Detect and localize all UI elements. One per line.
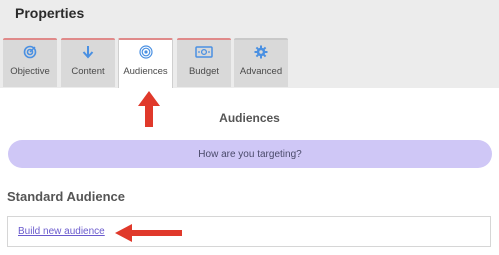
target-rings-icon — [119, 45, 172, 59]
tab-content-label: Content — [71, 66, 105, 77]
left-arrow-annotation-icon — [115, 224, 182, 242]
up-arrow-annotation-icon — [138, 91, 160, 127]
panel-header: Properties Objective Content Audiences B… — [0, 0, 499, 88]
tab-advanced[interactable]: Advanced — [234, 38, 288, 87]
arrow-down-icon — [61, 45, 115, 59]
build-new-audience-link[interactable]: Build new audience — [18, 226, 105, 237]
tab-content[interactable]: Content — [61, 38, 115, 87]
standard-audience-box: Build new audience — [7, 216, 491, 247]
target-icon — [3, 45, 57, 59]
panel-title: Properties — [15, 5, 85, 21]
tab-audiences[interactable]: Audiences — [118, 38, 173, 88]
tab-audiences-label: Audiences — [123, 66, 168, 77]
money-icon — [177, 45, 231, 59]
audiences-heading: Audiences — [219, 111, 280, 125]
tab-budget-label: Budget — [188, 66, 220, 77]
targeting-selector[interactable]: How are you targeting? — [8, 140, 492, 168]
tab-budget[interactable]: Budget — [177, 38, 231, 87]
tab-advanced-label: Advanced — [239, 66, 283, 77]
tab-objective-label: Objective — [10, 66, 50, 77]
gear-icon — [234, 45, 288, 59]
properties-panel: Properties Objective Content Audiences B… — [0, 0, 499, 255]
tab-objective[interactable]: Objective — [3, 38, 57, 87]
targeting-prompt: How are you targeting? — [198, 148, 302, 160]
standard-audience-heading: Standard Audience — [7, 189, 125, 204]
